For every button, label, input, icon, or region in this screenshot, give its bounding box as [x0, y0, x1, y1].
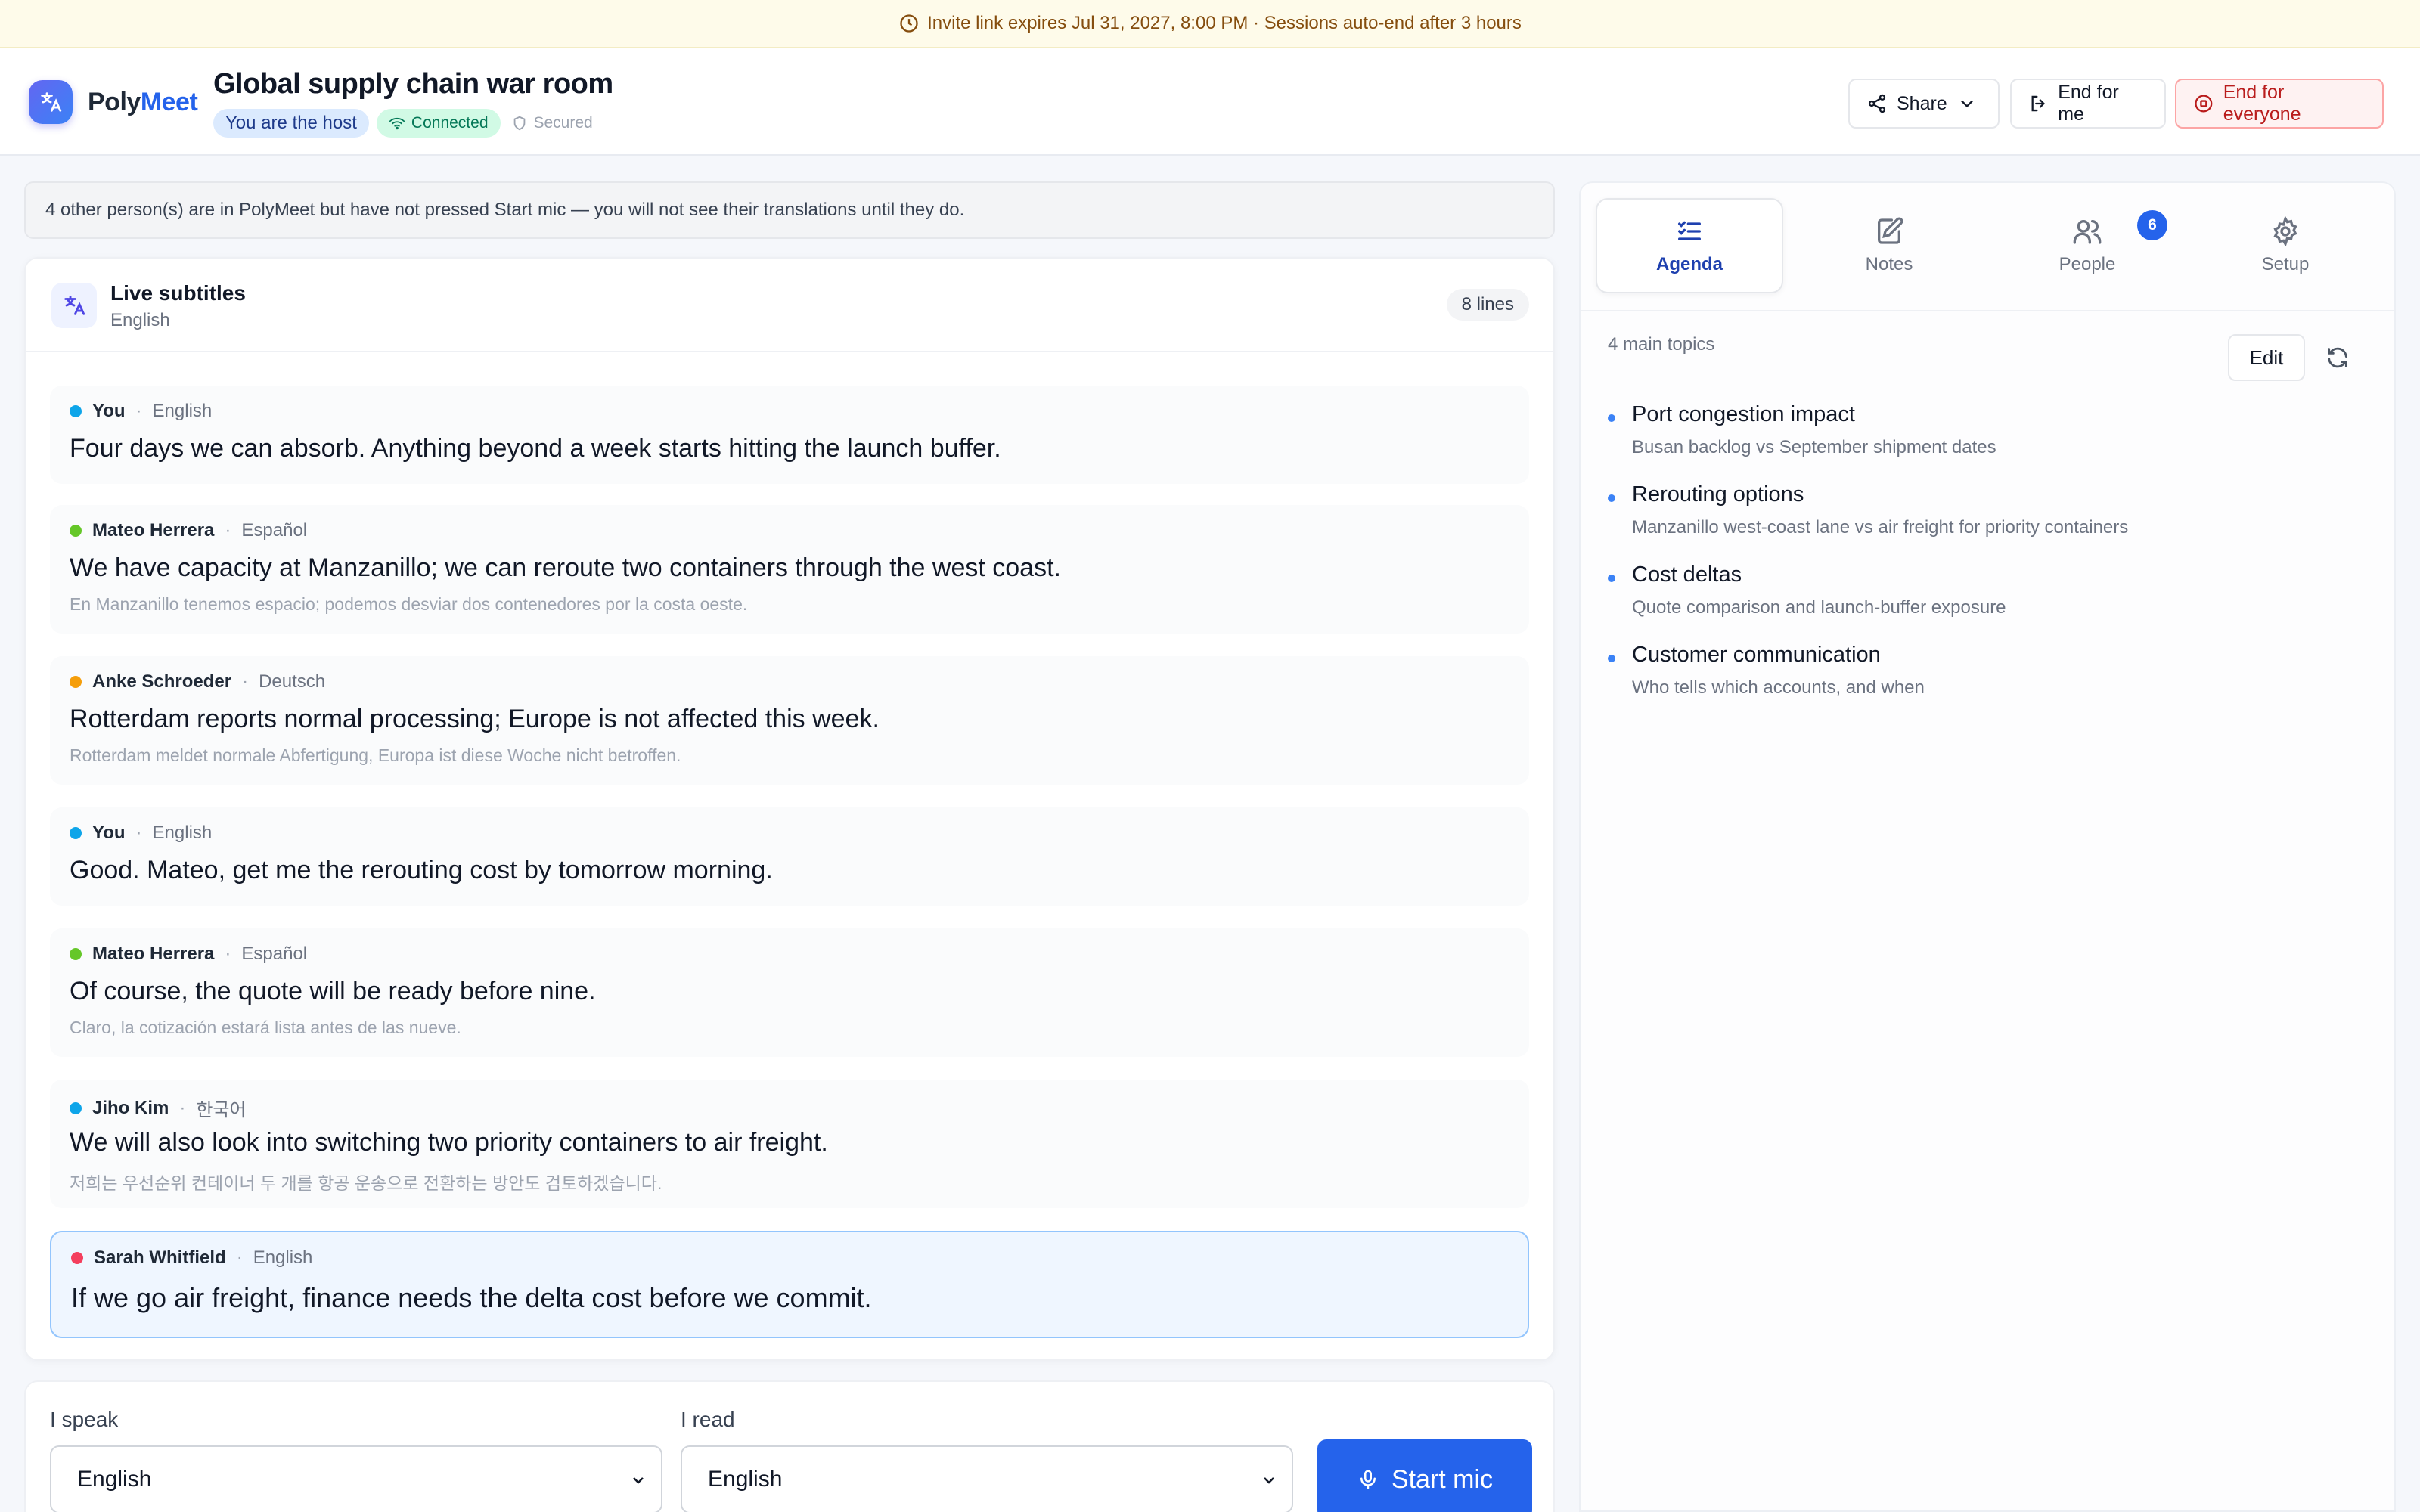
tab-agenda[interactable]: Agenda: [1596, 198, 1783, 293]
subtitle-line: Jiho Kim · 한국어 We will also look into swit…: [50, 1080, 1529, 1208]
speaker-name: Sarah Whitfield: [94, 1247, 226, 1268]
translated-text: If we go air freight, finance needs the …: [71, 1282, 872, 1313]
speaker-dot: [70, 948, 82, 960]
tab-notes[interactable]: Notes: [1795, 198, 1983, 293]
start-mic-button[interactable]: Start mic: [1317, 1439, 1532, 1512]
top-bar: PolyMeet Global supply chain war room Yo…: [0, 48, 2420, 156]
topic-subtitle: Busan backlog vs September shipment date…: [1632, 437, 1996, 457]
polymeet-logo: [29, 80, 73, 124]
translate-icon: [41, 92, 62, 112]
original-text: Rotterdam meldet normale Abfertigung, Eu…: [70, 745, 681, 765]
translated-text: Of course, the quote will be ready befor…: [70, 977, 596, 1005]
speaker-name: You: [92, 823, 126, 843]
topic-title: Customer communication: [1632, 643, 1881, 667]
translated-text: We will also look into switching two pri…: [70, 1128, 828, 1157]
expiry-banner: Invite link expires Jul 31, 2027, 8:00 P…: [0, 0, 2420, 48]
speaker-language: Español: [241, 943, 308, 964]
end-for-me-button[interactable]: End for me: [2010, 79, 2166, 129]
original-text: En Manzanillo tenemos espacio; podemos d…: [70, 594, 748, 614]
speaker-dot: [70, 1101, 82, 1114]
status-chips: You are the host Connected Secured: [213, 109, 605, 138]
translated-text: Good. Mateo, get me the rerouting cost b…: [70, 856, 773, 885]
brand-name: PolyMeet: [88, 88, 198, 116]
translated-text: Four days we can absorb. Anything beyond…: [70, 434, 1001, 463]
speaker-name: You: [92, 401, 126, 421]
speaker-language: Español: [241, 520, 308, 541]
read-language-select[interactable]: English: [681, 1445, 1293, 1512]
secured-badge: Secured: [508, 109, 605, 138]
share-button[interactable]: Share: [1848, 79, 2000, 129]
speak-language-select[interactable]: English: [50, 1445, 662, 1512]
topic-subtitle: Quote comparison and launch-buffer expos…: [1632, 597, 2006, 618]
speaker-name: Mateo Herrera: [92, 943, 215, 964]
speaker-dot: [70, 827, 82, 839]
subtitle-line-active: Sarah Whitfield · English If we go air fre…: [50, 1231, 1529, 1338]
subtitles-language: English: [110, 310, 170, 330]
subtitle-line: Mateo Herrera · Español Of course, the quo…: [50, 928, 1529, 1057]
translated-text: We have capacity at Manzanillo; we can r…: [70, 553, 1061, 582]
leave-icon: [2031, 95, 2046, 112]
speaker-dot: [70, 405, 82, 417]
topic-count: 4 main topics: [1608, 334, 1715, 355]
subtitles-header: Live subtitles English 8 lines: [26, 259, 1553, 352]
line-count-badge: 8 lines: [1446, 289, 1529, 321]
mic-controls: I speak English I read English Start mic: [24, 1380, 1555, 1512]
subtitle-line: You · English Good. Mateo, get me the rero…: [50, 807, 1529, 906]
subtitle-line: Mateo Herrera · Español We have capacity a…: [50, 505, 1529, 634]
speaker-name: Jiho Kim: [92, 1097, 169, 1118]
speak-label: I speak: [50, 1408, 119, 1431]
share-icon: [1868, 94, 1886, 113]
stop-circle-icon: [2195, 94, 2213, 113]
chevron-down-icon: [1960, 100, 1973, 108]
refresh-icon[interactable]: [2325, 345, 2350, 370]
tab-setup[interactable]: Setup: [2192, 198, 2379, 293]
topic-subtitle: Who tells which accounts, and when: [1632, 677, 1925, 698]
host-badge: You are the host: [213, 109, 369, 138]
microphone-icon: [1360, 1470, 1376, 1489]
shield-icon: [513, 116, 525, 131]
subtitle-line: Anke Schroeder · Deutsch Rotterdam reports…: [50, 656, 1529, 785]
subtitles-icon-wrap: [51, 283, 97, 328]
clock-icon: [900, 14, 918, 33]
people-count-badge: 6: [2137, 210, 2167, 240]
connection-badge: Connected: [376, 109, 501, 138]
people-icon: [2073, 220, 2102, 244]
subtitles-title: Live subtitles: [110, 281, 246, 305]
speaker-language: English: [152, 401, 213, 421]
speaker-language: English: [253, 1247, 313, 1268]
speaker-language: English: [152, 823, 213, 843]
speaker-dot: [70, 525, 82, 537]
speaker-dot: [71, 1252, 83, 1264]
topic-title: Rerouting options: [1632, 482, 1804, 507]
live-subtitles-panel: Live subtitles English 8 lines You · Engli…: [24, 257, 1555, 1361]
speaker-language: 한국어: [196, 1100, 247, 1120]
side-tabs: Agenda Notes People Setup: [1581, 183, 2394, 311]
speaker-language: Deutsch: [259, 671, 326, 692]
original-text: 저희는 우선순위 컨테이너 두 개를 항공 운송으로 전환하는 방안도 검토하겠…: [70, 1173, 662, 1193]
side-panel: Agenda Notes People Setup 4 main topics …: [1579, 181, 2396, 1512]
subtitle-line: You · English Four days we can absorb. Any…: [50, 386, 1529, 484]
speaker-dot: [70, 676, 82, 688]
wifi-icon: [389, 117, 405, 130]
note-edit-icon: [1878, 217, 1903, 244]
speaker-name: Anke Schroeder: [92, 671, 232, 692]
room-title: Global supply chain war room: [213, 68, 613, 100]
topic-subtitle: Manzanillo west-coast lane vs air freigh…: [1632, 517, 2129, 538]
speaker-name: Mateo Herrera: [92, 520, 215, 541]
translate-icon: [64, 296, 85, 315]
list-check-icon: [1678, 221, 1701, 240]
read-label: I read: [681, 1408, 735, 1431]
topic-title: Port congestion impact: [1632, 402, 1855, 426]
translated-text: Rotterdam reports normal processing; Eur…: [70, 705, 880, 733]
gear-icon: [2273, 216, 2297, 246]
edit-agenda-button[interactable]: Edit: [2228, 334, 2305, 381]
end-for-everyone-button[interactable]: End for everyone: [2175, 79, 2384, 129]
chevron-down-icon: [1264, 1477, 1274, 1484]
chevron-down-icon: [633, 1477, 644, 1484]
inactive-participants-notice: 4 other person(s) are in PolyMeet but ha…: [24, 181, 1555, 239]
banner-text: Invite link expires Jul 31, 2027, 8:00 P…: [927, 13, 1522, 33]
original-text: Claro, la cotización estará lista antes …: [70, 1018, 461, 1037]
topic-title: Cost deltas: [1632, 562, 1742, 587]
